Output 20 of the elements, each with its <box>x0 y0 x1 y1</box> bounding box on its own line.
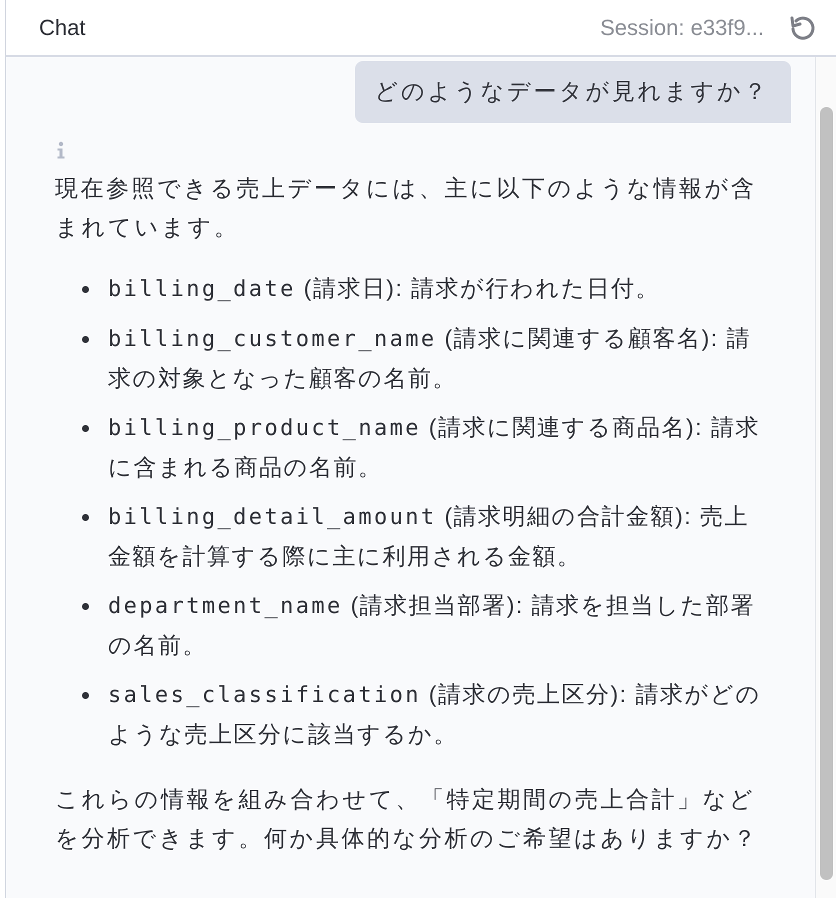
field-description: billing_detail_amount (請求明細の合計金額): 売上金額を計算する際に主に利用される金額。 <box>108 502 750 571</box>
scrollbar-thumb[interactable] <box>820 107 832 880</box>
assistant-message: 現在参照できる売上データには、主に以下のような情報が含まれています。 <box>55 174 758 242</box>
bullet-icon <box>82 692 89 699</box>
assistant-message: これらの情報を組み合わせて、「特定期間の売上合計」などを分析できます。何か具体的な分析のご希望はありますか？ <box>55 785 760 853</box>
field-description: billing_customer_name (請求に関連する顧客名): 請求の対象となった顧客の名前。 <box>108 324 752 393</box>
session-id: Session: e33f9... <box>600 14 764 40</box>
bullet-icon <box>82 603 89 610</box>
bullet-icon <box>82 425 89 432</box>
field-description: billing_date (請求日): 請求が行われた日付。 <box>108 274 662 304</box>
field-description: billing_product_name (請求に関連する商品名): 請求に含まれる商品の名前。 <box>108 413 761 482</box>
user-message: どのようなデータが見れますか？ <box>354 61 791 123</box>
chat-title: Chat <box>39 14 86 40</box>
bullet-icon <box>82 514 89 521</box>
bullet-icon <box>82 336 89 343</box>
refresh-icon[interactable] <box>788 14 816 42</box>
field-description: sales_classification (請求の売上区分): 請求がどのような売上区分に該当するか。 <box>108 680 762 749</box>
info-icon <box>56 141 66 159</box>
field-description: department_name (請求担当部署): 請求を担当した部署の名前。 <box>108 591 756 660</box>
bullet-icon <box>82 286 89 293</box>
